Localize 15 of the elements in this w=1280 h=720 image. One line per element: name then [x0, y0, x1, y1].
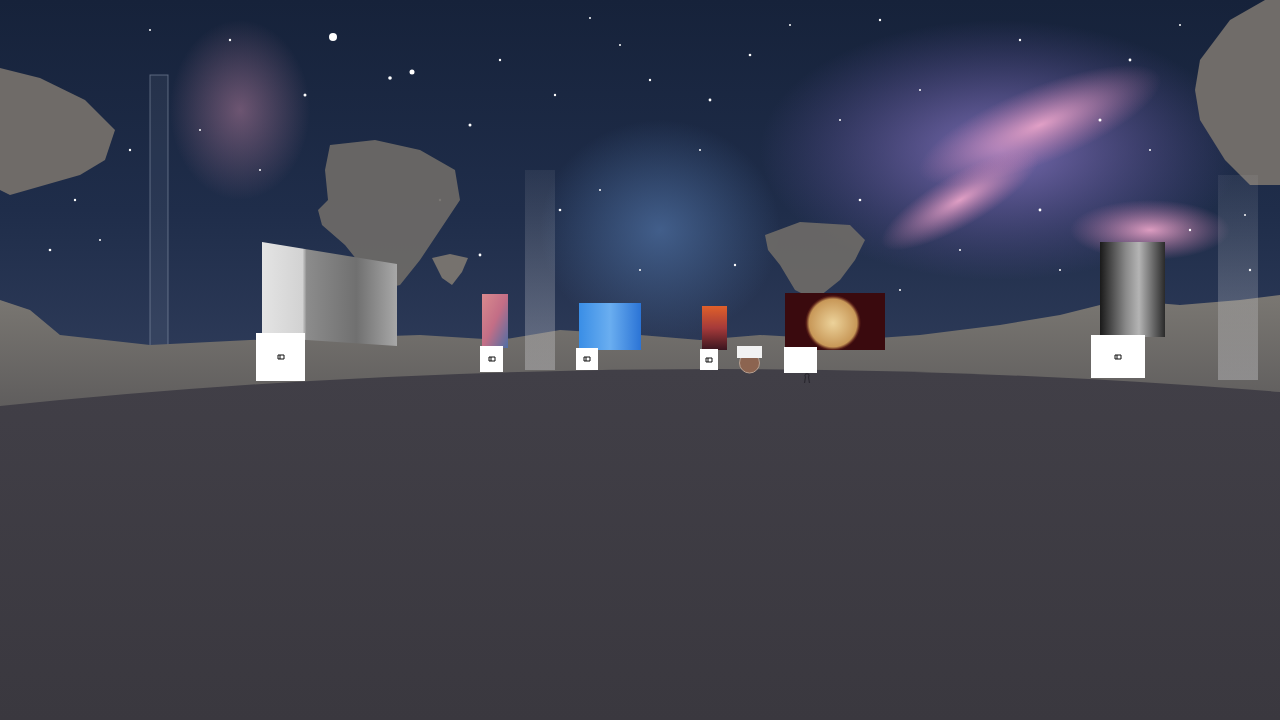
- small-figure-icon: [803, 373, 811, 384]
- artwork-placeholder: [579, 303, 641, 350]
- info-placard: [480, 346, 503, 372]
- artwork-placeholder: [482, 294, 508, 348]
- info-placard: [784, 347, 817, 373]
- box-icon: [583, 356, 591, 362]
- box-icon: [705, 357, 713, 363]
- info-placard: [1091, 335, 1145, 378]
- round-plaque: [737, 346, 762, 374]
- info-placard: [256, 333, 305, 381]
- box-icon: [488, 356, 496, 362]
- box-icon: [1114, 354, 1122, 360]
- box-icon: [277, 354, 285, 360]
- artwork-placeholder: [702, 306, 727, 350]
- info-placard: [576, 348, 598, 370]
